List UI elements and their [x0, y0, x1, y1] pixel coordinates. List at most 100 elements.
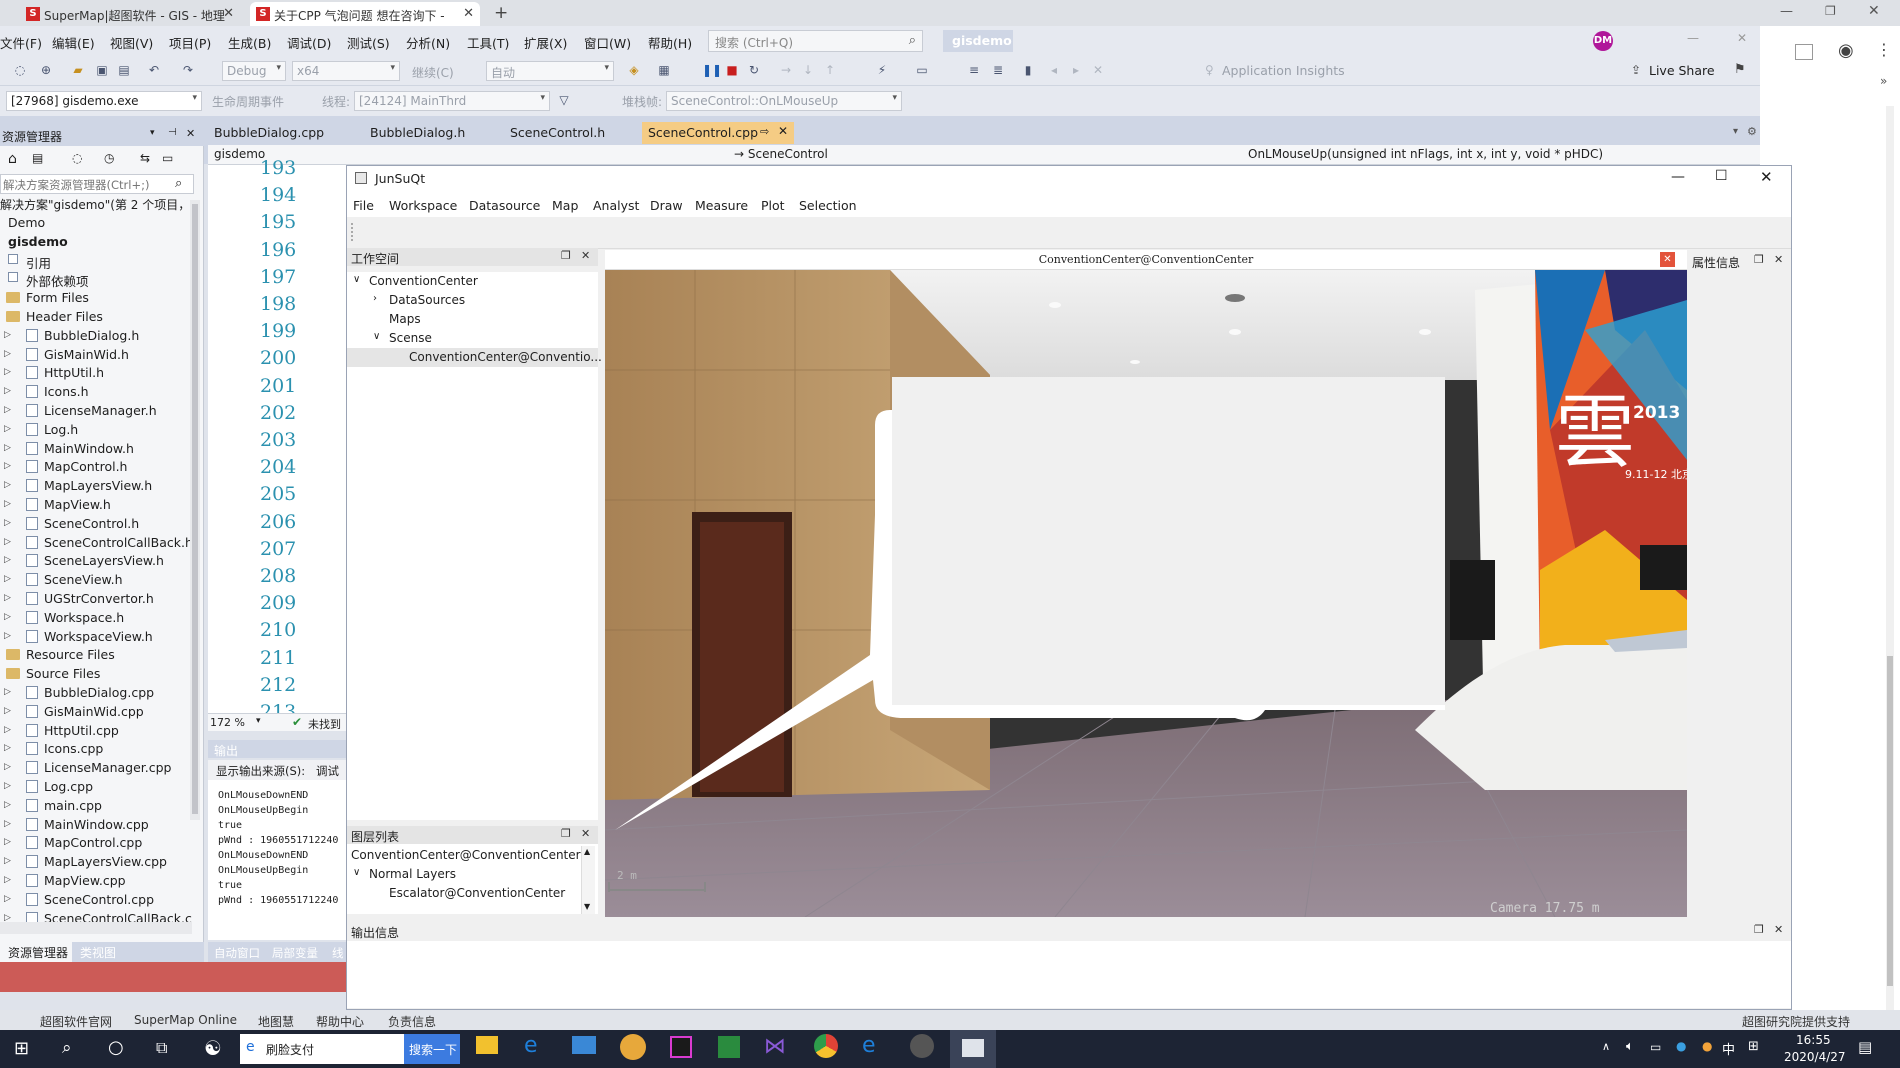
bookmark-clear-icon[interactable]: ✕ — [1090, 62, 1106, 78]
solution-tree-item[interactable]: ▷ SceneView.h — [0, 571, 192, 589]
ime-indicator[interactable]: 中 — [1722, 1039, 1735, 1058]
menu-tools[interactable]: 工具(T) — [467, 33, 509, 52]
chevron-right-icon[interactable]: ▷ — [4, 574, 11, 584]
menu-project[interactable]: 项目(P) — [169, 33, 211, 52]
hot-reload-icon[interactable]: ⚡ — [874, 62, 890, 78]
task-view-icon[interactable]: ⧉ — [156, 1038, 167, 1058]
step-icon[interactable]: → — [778, 62, 794, 78]
home-icon[interactable]: ⌂ — [8, 151, 17, 167]
chevron-up-icon[interactable]: ∧ — [1602, 1040, 1610, 1053]
search-icon[interactable]: ⌕ — [62, 1038, 72, 1058]
minimize-icon[interactable]: — — [1671, 169, 1685, 185]
zoom-level-select[interactable]: 172 % — [210, 716, 245, 729]
taskbar-search-input[interactable]: 刷脸支付 — [266, 1041, 314, 1058]
taskbar-search-button[interactable]: 搜索一下 — [404, 1034, 460, 1064]
filter-icon[interactable]: ▽ — [556, 92, 572, 108]
link-responsible-info[interactable]: 负责信息 — [388, 1013, 436, 1030]
tab-watch[interactable]: 线 — [332, 945, 344, 961]
restore-icon[interactable]: ❐ — [1825, 4, 1836, 18]
chevron-right-icon[interactable]: ▷ — [4, 443, 11, 453]
solution-tree-item[interactable]: ▷ Log.h — [0, 421, 192, 439]
solution-tree-item[interactable]: ▷ HttpUtil.h — [0, 364, 192, 382]
menu-selection[interactable]: Selection — [799, 198, 857, 213]
link-help-center[interactable]: 帮助中心 — [316, 1013, 364, 1030]
solution-tree-item[interactable]: Header Files — [0, 308, 192, 326]
solution-tree-item[interactable]: Form Files — [0, 289, 192, 307]
menu-edit[interactable]: 编辑(E) — [52, 33, 95, 52]
chevron-right-icon[interactable]: ▷ — [4, 537, 11, 547]
profile-icon[interactable]: ◉ — [1838, 40, 1854, 61]
scrollbar[interactable] — [190, 200, 200, 820]
float-icon[interactable]: ❐ — [1754, 253, 1764, 266]
solution-tree-item[interactable]: ▷ MapView.h — [0, 496, 192, 514]
tray-app-icon[interactable]: ● — [1702, 1039, 1712, 1053]
new-item-icon[interactable]: ⊕ — [38, 62, 54, 78]
thread-select[interactable]: [24124] MainThrd ▾ — [354, 91, 550, 111]
chevron-right-icon[interactable]: ▷ — [4, 875, 11, 885]
windows-start-icon[interactable]: ⊞ — [14, 1038, 29, 1059]
scrollbar-thumb[interactable] — [192, 204, 198, 814]
tab-scenecontrol-h[interactable]: SceneControl.h — [506, 122, 605, 144]
layer-list-item[interactable]: ∨ Normal Layers — [347, 865, 579, 884]
output-text[interactable]: OnLMouseDownEND OnLMouseUpBegin true pWnd :… — [208, 780, 346, 940]
chevron-down-icon[interactable]: ▾ — [256, 716, 261, 726]
new-tab-button[interactable]: + — [494, 3, 508, 23]
menu-extensions[interactable]: 扩展(X) — [524, 33, 567, 52]
menu-view[interactable]: 视图(V) — [110, 33, 153, 52]
menu-test[interactable]: 测试(S) — [347, 33, 390, 52]
more-menu-icon[interactable]: ⋮ — [1876, 40, 1892, 59]
chevron-right-icon[interactable]: ▷ — [4, 894, 11, 904]
solution-tree-item[interactable]: ▷ LicenseManager.h — [0, 402, 192, 420]
workspace-tree-item[interactable]: › DataSources — [347, 291, 598, 310]
visual-studio-icon[interactable]: ⋈ — [764, 1034, 786, 1059]
solution-tree-item[interactable]: ▷ BubbleDialog.h — [0, 327, 192, 345]
gear-icon[interactable]: ⚙ — [1747, 125, 1757, 138]
bookmark-next-icon[interactable]: ▸ — [1068, 62, 1084, 78]
solution-tree-item[interactable]: ▷ MapView.cpp — [0, 872, 192, 890]
attach-icon[interactable]: ◈ — [626, 62, 642, 78]
chevron-right-icon[interactable]: ▷ — [4, 405, 11, 415]
solution-tree-item[interactable]: ▷ SceneControl.cpp — [0, 891, 192, 909]
output-source-select[interactable]: 调试 — [316, 763, 339, 779]
chevron-right-icon[interactable]: ▷ — [4, 687, 11, 697]
step-out-icon[interactable]: ↑ — [822, 62, 838, 78]
vs-search-input[interactable]: 搜索 (Ctrl+Q) — [715, 34, 793, 51]
solution-search-field[interactable]: 解决方案资源管理器(Ctrl+;) ⌕ — [0, 174, 194, 194]
volume-icon[interactable]: 🔈︎ — [1626, 1039, 1634, 1054]
tab-locals[interactable]: 局部变量 — [272, 945, 318, 961]
close-icon[interactable]: ✕ — [1660, 252, 1675, 267]
chevron-right-icon[interactable]: › — [373, 293, 377, 304]
link-supermap-official[interactable]: 超图软件官网 — [40, 1013, 112, 1030]
chevron-right-icon[interactable]: ▷ — [4, 367, 11, 377]
platform-select[interactable]: x64 ▾ — [292, 61, 400, 81]
solution-tree-item[interactable]: ▷ HttpUtil.cpp — [0, 722, 192, 740]
edge-icon[interactable]: e — [524, 1033, 538, 1058]
close-icon[interactable]: ✕ — [1737, 31, 1747, 45]
solution-tree-item[interactable]: 外部依赖项 — [0, 270, 192, 289]
bubble-dialog-content[interactable] — [892, 377, 1445, 705]
solution-tree-item[interactable]: ▷ Icons.h — [0, 383, 192, 401]
chevron-right-icon[interactable]: ▷ — [4, 330, 11, 340]
browser-tab-supermap[interactable]: S SuperMap|超图软件 - GIS - 地理 ✕ — [20, 2, 240, 26]
menu-measure[interactable]: Measure — [695, 198, 748, 213]
collapse-all-icon[interactable]: ▭ — [162, 151, 173, 165]
workspace-tree-item[interactable]: Maps — [347, 310, 598, 329]
chevron-right-icon[interactable]: ▷ — [4, 518, 11, 528]
pin-icon[interactable]: ⊣ — [168, 127, 177, 138]
process-select[interactable]: [27968] gisdemo.exe ▾ — [6, 91, 202, 111]
close-icon[interactable]: ✕ — [186, 127, 195, 140]
mail-icon[interactable] — [572, 1036, 596, 1054]
solution-tree-item[interactable]: ▷ main.cpp — [0, 797, 192, 815]
close-icon[interactable]: ✕ — [223, 6, 234, 21]
chevron-right-icon[interactable]: ▷ — [4, 612, 11, 622]
chevron-right-icon[interactable]: ▷ — [4, 725, 11, 735]
cortana-icon[interactable]: ○ — [108, 1037, 124, 1058]
tab-scenecontrol-cpp-active[interactable]: SceneControl.cpp ⇨ ✕ — [642, 122, 794, 144]
save-icon[interactable]: ▣ — [94, 62, 110, 78]
search-icon[interactable]: ⌕ — [909, 33, 916, 48]
chevron-right-icon[interactable]: ▷ — [4, 706, 11, 716]
menu-analyst[interactable]: Analyst — [593, 198, 639, 213]
browser-tab-cpp-question[interactable]: S 关于CPP 气泡问题 想在咨询下 - ✕ — [250, 2, 480, 26]
solution-tree-item[interactable]: ▷ MapControl.h — [0, 458, 192, 476]
minimize-icon[interactable]: — — [1780, 4, 1793, 19]
